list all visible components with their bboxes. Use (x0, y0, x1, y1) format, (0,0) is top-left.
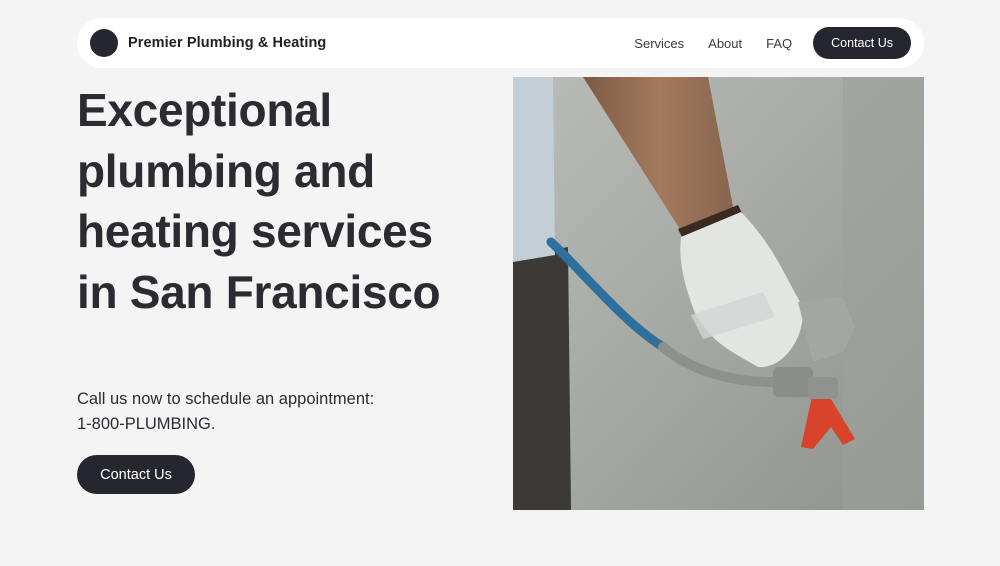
hero-image (513, 77, 924, 510)
headline-line: heating services (77, 205, 433, 257)
brand-name: Premier Plumbing & Heating (128, 35, 327, 51)
sprayer-photo-icon (513, 77, 924, 510)
site-header: Premier Plumbing & Heating Services Abou… (77, 18, 924, 68)
subtext-line: Call us now to schedule an appointment: (77, 390, 375, 408)
hero-headline: Exceptional plumbing and heating service… (77, 80, 497, 322)
headline-line: Exceptional (77, 84, 332, 136)
main-nav: Services About FAQ Contact Us (634, 27, 911, 59)
nav-contact-button[interactable]: Contact Us (813, 27, 911, 59)
phone-number: 1-800-PLUMBING. (77, 414, 216, 433)
nav-link-services[interactable]: Services (634, 36, 684, 51)
hero-subtext: Call us now to schedule an appointment: … (77, 387, 437, 436)
logo-icon (90, 29, 118, 57)
brand[interactable]: Premier Plumbing & Heating (90, 29, 326, 57)
hero-contact-button[interactable]: Contact Us (77, 455, 195, 494)
headline-line: in San Francisco (77, 265, 441, 318)
nav-link-faq[interactable]: FAQ (766, 36, 792, 51)
nav-link-about[interactable]: About (708, 36, 742, 51)
headline-line: plumbing and (77, 144, 375, 197)
